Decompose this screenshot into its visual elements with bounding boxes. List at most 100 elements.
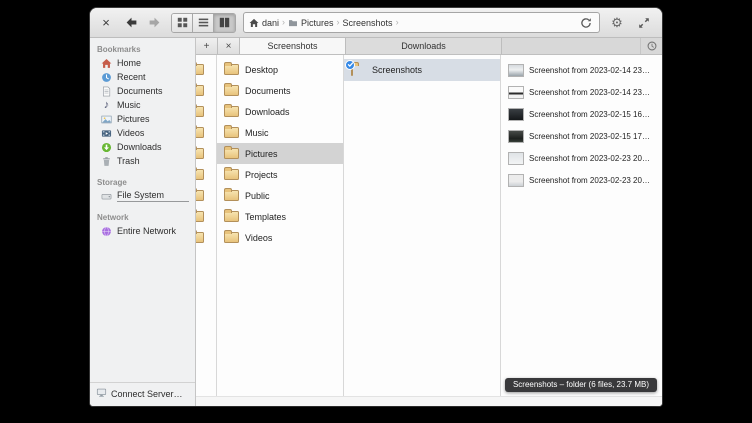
column-home: Desktop Documents Downloads Music Pictur… <box>217 55 344 396</box>
partial-folder-icon[interactable] <box>196 64 204 75</box>
breadcrumb-label: dani <box>262 18 279 28</box>
sidebar-item-videos[interactable]: Videos <box>90 126 195 140</box>
toolbar: × dani › <box>90 8 662 38</box>
selected-check-badge <box>345 60 355 70</box>
miller-columns: Desktop Documents Downloads Music Pictur… <box>196 55 662 396</box>
file-row[interactable]: Screenshot from 2023-02-23 20… <box>501 169 662 191</box>
folder-row-music[interactable]: Music <box>217 122 343 143</box>
sidebar-item-pictures[interactable]: Pictures <box>90 112 195 126</box>
sidebar-item-label: Pictures <box>117 114 150 124</box>
partial-folder-icon[interactable] <box>196 190 204 201</box>
file-label: Screenshot from 2023-02-14 23… <box>529 66 650 75</box>
forward-button[interactable] <box>144 13 164 33</box>
home-icon <box>101 58 112 69</box>
music-icon: ♪ <box>101 100 112 111</box>
network-icon <box>101 226 112 237</box>
file-row[interactable]: Screenshot from 2023-02-14 23… <box>501 59 662 81</box>
connect-server-button[interactable]: Connect Server… <box>96 387 183 400</box>
close-tab-button[interactable]: × <box>218 38 240 54</box>
sidebar-item-trash[interactable]: Trash <box>90 154 195 168</box>
list-view-button[interactable] <box>193 14 214 32</box>
sidebar-section-storage: Storage <box>90 175 195 189</box>
sidebar-item-label: Entire Network <box>117 226 176 236</box>
sidebar: Bookmarks Home Recent Documents ♪ Music … <box>90 38 196 406</box>
window-content: Bookmarks Home Recent Documents ♪ Music … <box>90 38 662 406</box>
sidebar-item-entire-network[interactable]: Entire Network <box>90 224 195 238</box>
sidebar-item-file-system[interactable]: File System <box>90 189 195 203</box>
pathbar[interactable]: dani › Pictures › Screenshots › <box>243 12 600 33</box>
sidebar-item-label: Videos <box>117 128 144 138</box>
tab-downloads[interactable]: Downloads <box>346 38 502 54</box>
breadcrumb-home[interactable]: dani <box>249 18 279 28</box>
sidebar-item-documents[interactable]: Documents <box>90 84 195 98</box>
partial-folder-icon[interactable] <box>196 211 204 222</box>
tab-history-button[interactable] <box>640 38 662 54</box>
partial-folder-icon[interactable] <box>196 169 204 180</box>
file-label: Screenshot from 2023-02-15 16… <box>529 110 650 119</box>
folder-row-downloads[interactable]: Downloads <box>217 101 343 122</box>
horizontal-scrollbar[interactable] <box>196 396 662 406</box>
settings-menu-button[interactable]: ⚙ <box>607 13 627 33</box>
file-row[interactable]: Screenshot from 2023-02-15 17… <box>501 125 662 147</box>
column-screenshots: Screenshot from 2023-02-14 23… Screensho… <box>501 55 662 396</box>
folder-label: Public <box>245 191 270 201</box>
folder-row-templates[interactable]: Templates <box>217 206 343 227</box>
column-view-icon <box>219 17 230 28</box>
column-pictures: Screenshots <box>344 55 501 396</box>
breadcrumb-screenshots[interactable]: Screenshots <box>343 18 393 28</box>
sidebar-item-music[interactable]: ♪ Music <box>90 98 195 112</box>
column-view-button[interactable] <box>214 14 235 32</box>
partial-folder-icon[interactable] <box>196 148 204 159</box>
resize-diagonal-icon <box>638 17 650 29</box>
tab-screenshots[interactable]: Screenshots <box>240 38 346 54</box>
sidebar-item-label: Music <box>117 100 141 110</box>
grid-view-button[interactable] <box>172 14 193 32</box>
folder-icon <box>224 64 239 75</box>
videos-icon <box>101 128 112 139</box>
recent-icon <box>101 72 112 83</box>
file-row[interactable]: Screenshot from 2023-02-15 16… <box>501 103 662 125</box>
folder-icon <box>351 65 366 76</box>
nav-buttons <box>121 13 164 33</box>
file-thumbnail <box>508 130 524 143</box>
sidebar-item-recent[interactable]: Recent <box>90 70 195 84</box>
connect-server-label: Connect Server… <box>111 389 183 399</box>
refresh-icon <box>580 17 592 29</box>
sidebar-item-home[interactable]: Home <box>90 56 195 70</box>
partial-folder-icon[interactable] <box>196 85 204 96</box>
folder-row-pictures[interactable]: Pictures <box>217 143 343 164</box>
chevron-right-icon: › <box>396 18 399 27</box>
folder-row-videos[interactable]: Videos <box>217 227 343 248</box>
file-row[interactable]: Screenshot from 2023-02-14 23… <box>501 81 662 103</box>
fullscreen-button[interactable] <box>634 13 654 33</box>
folder-row-projects[interactable]: Projects <box>217 164 343 185</box>
column-parent-partial[interactable] <box>196 55 217 396</box>
sidebar-section-network: Network <box>90 210 195 224</box>
window-close-button[interactable]: × <box>98 14 114 32</box>
sidebar-item-downloads[interactable]: Downloads <box>90 140 195 154</box>
folder-icon <box>224 148 239 159</box>
pictures-icon <box>101 114 112 125</box>
sidebar-item-label: Downloads <box>117 142 162 152</box>
partial-folder-icon[interactable] <box>196 127 204 138</box>
folder-row-public[interactable]: Public <box>217 185 343 206</box>
folder-row-desktop[interactable]: Desktop <box>217 59 343 80</box>
disk-usage-bar <box>117 201 189 202</box>
back-button[interactable] <box>121 13 141 33</box>
folder-label: Pictures <box>245 149 278 159</box>
chevron-right-icon: › <box>282 18 285 27</box>
sidebar-section-bookmarks: Bookmarks <box>90 42 195 56</box>
folder-row-screenshots[interactable]: Screenshots <box>344 59 500 81</box>
main-area: + × Screenshots Downloads <box>196 38 662 406</box>
file-row[interactable]: Screenshot from 2023-02-23 20… <box>501 147 662 169</box>
tab-bar: + × Screenshots Downloads <box>196 38 662 55</box>
partial-folder-icon[interactable] <box>196 106 204 117</box>
breadcrumb-pictures[interactable]: Pictures <box>288 18 334 28</box>
folder-row-documents[interactable]: Documents <box>217 80 343 101</box>
refresh-button[interactable] <box>578 15 594 31</box>
folder-label: Videos <box>245 233 272 243</box>
partial-folder-icon[interactable] <box>196 232 204 243</box>
folder-label: Music <box>245 128 269 138</box>
server-icon <box>96 387 107 400</box>
new-tab-button[interactable]: + <box>196 38 218 54</box>
